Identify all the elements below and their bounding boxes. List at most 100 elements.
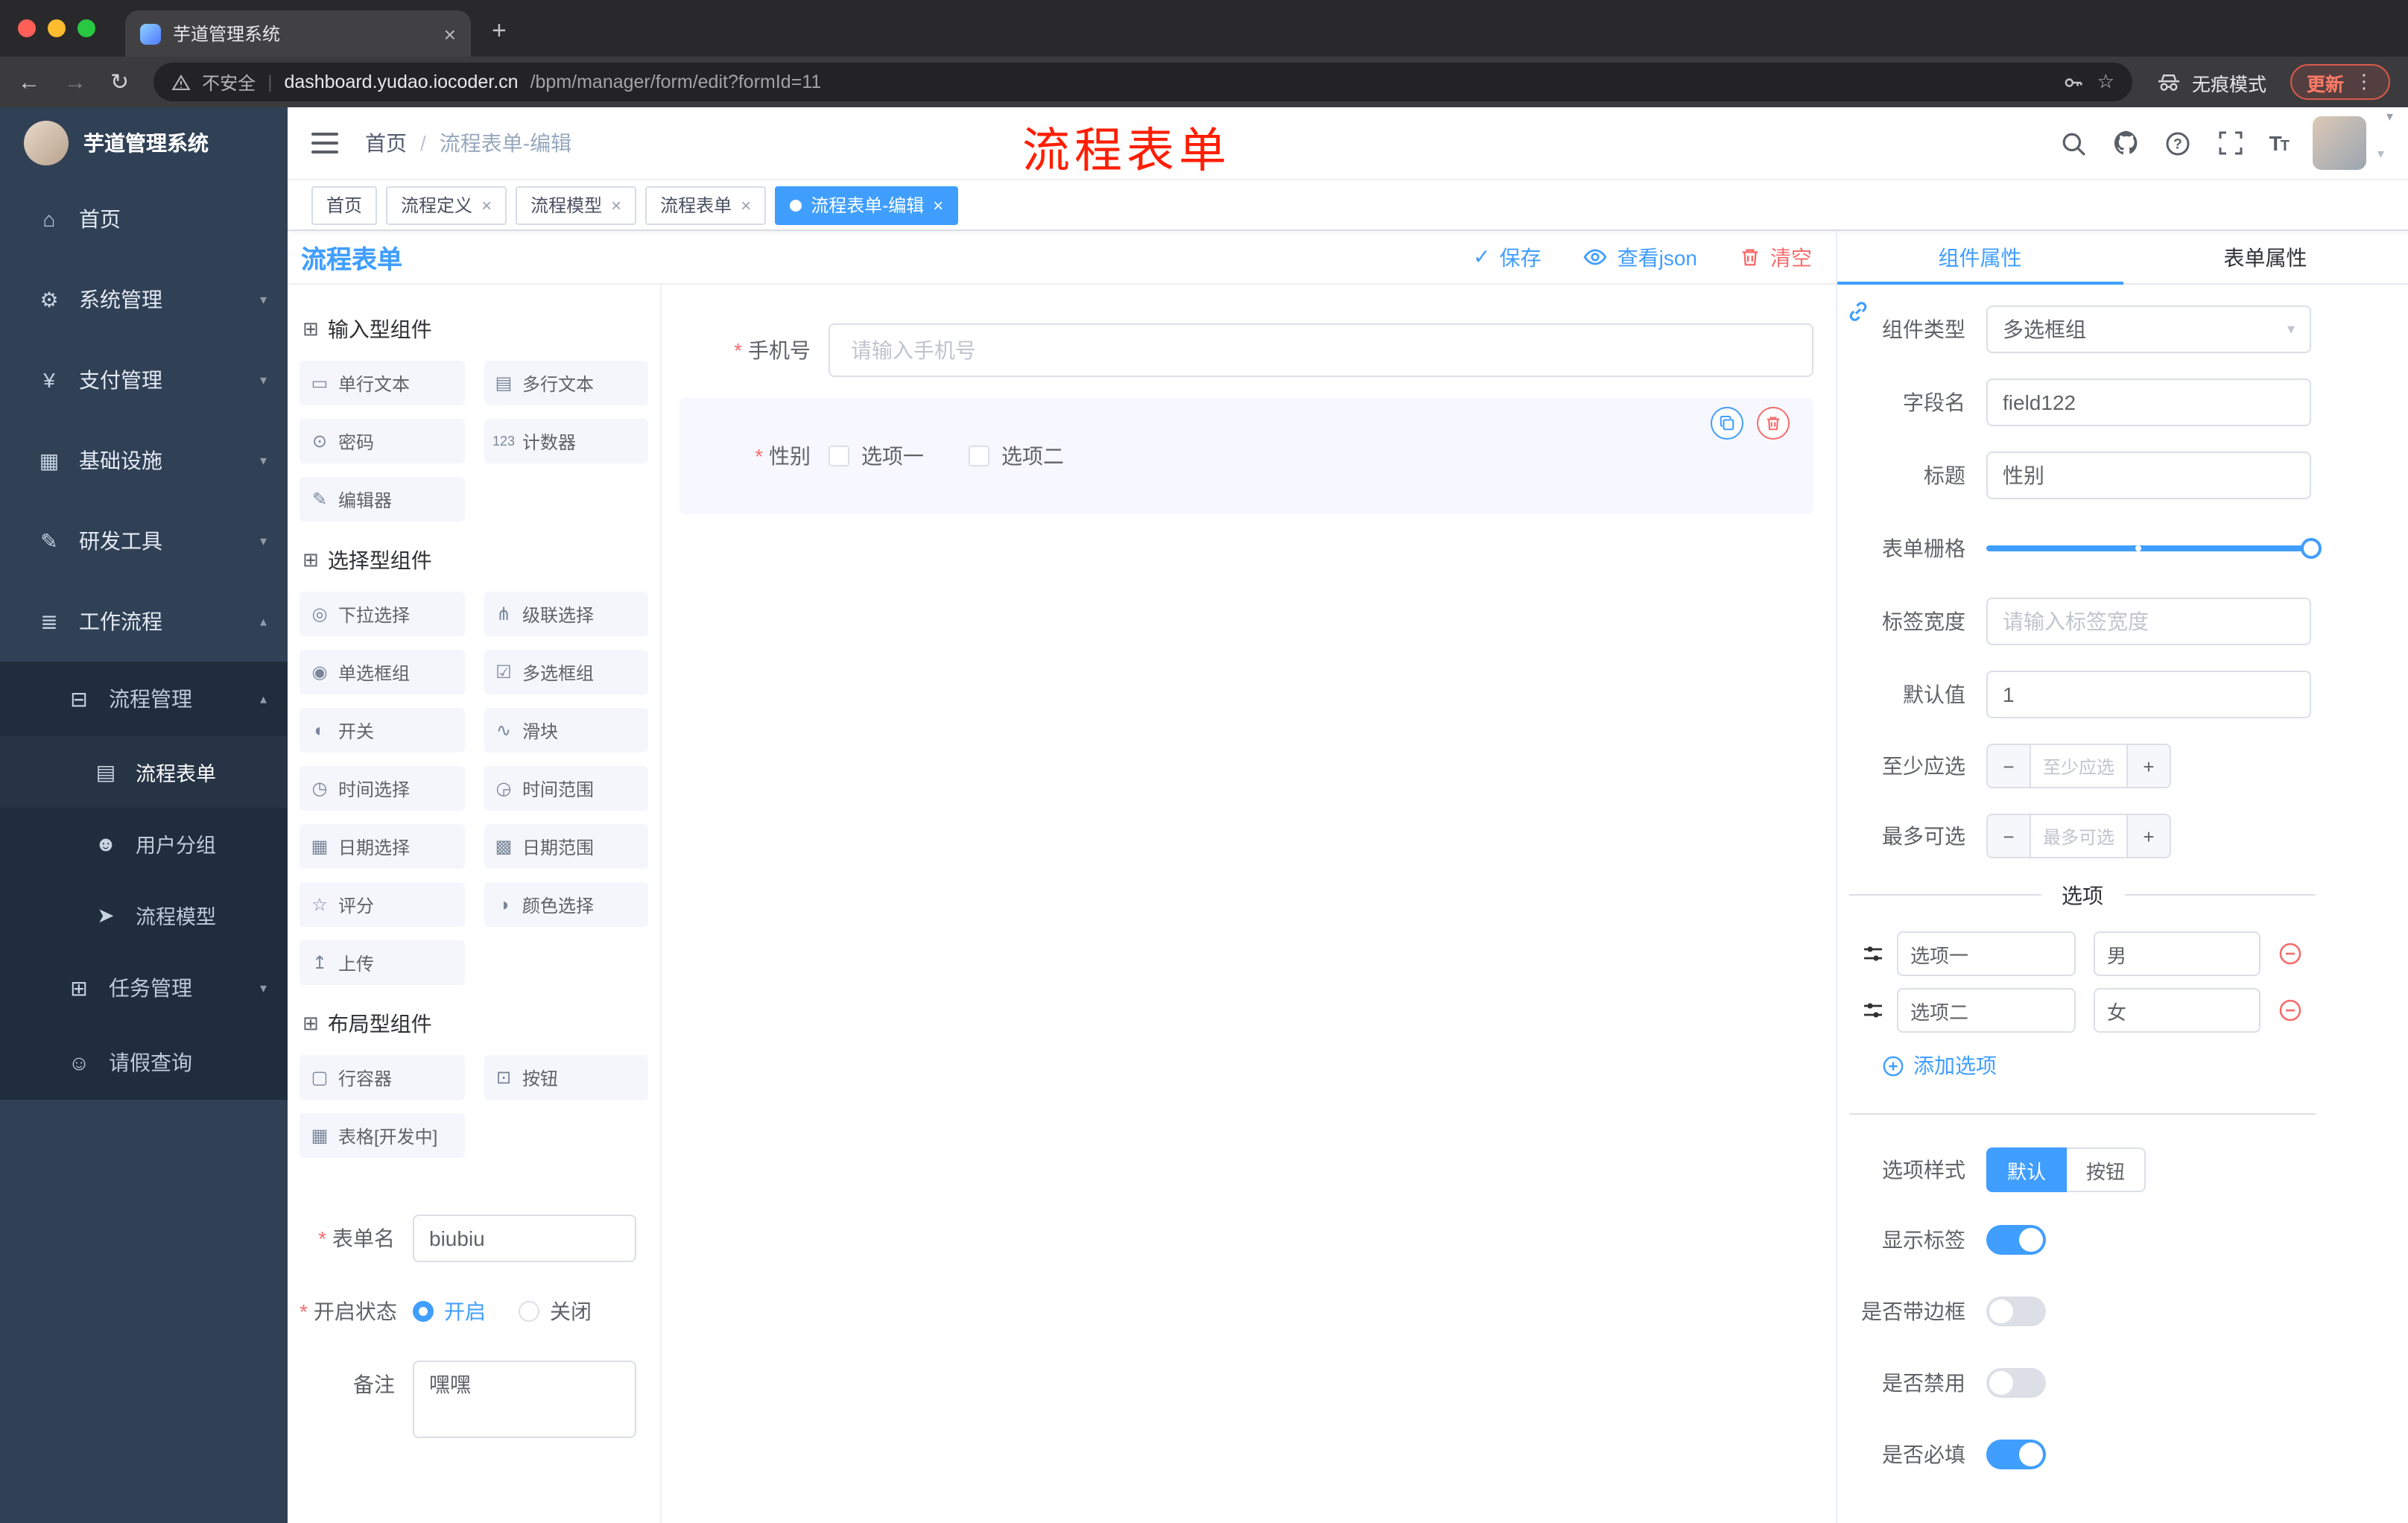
radio-on[interactable]: 开启: [413, 1288, 486, 1335]
drag-handle-icon[interactable]: [1861, 942, 1885, 966]
component-select[interactable]: ◎ 下拉选择: [300, 592, 464, 636]
clear-button[interactable]: 清空: [1739, 242, 1812, 272]
close-icon[interactable]: ×: [741, 196, 751, 214]
remove-option-button[interactable]: [2278, 942, 2302, 966]
reload-icon[interactable]: ↻: [110, 71, 129, 93]
option-value-input[interactable]: [2094, 988, 2260, 1033]
forward-icon[interactable]: →: [64, 71, 86, 93]
checkbox-icon[interactable]: [969, 446, 989, 466]
copy-field-button[interactable]: [1711, 407, 1743, 440]
address-bar[interactable]: 不安全 | dashboard.yudao.iocoder.cn /bpm/ma…: [153, 63, 2132, 101]
component-upload[interactable]: ↥ 上传: [300, 940, 464, 985]
close-icon[interactable]: ×: [611, 196, 621, 214]
sidebar-item-process-model[interactable]: ➤ 流程模型: [0, 879, 288, 951]
component-single-line-text[interactable]: ▭ 单行文本: [300, 361, 464, 405]
component-table[interactable]: ▦ 表格[开发中]: [300, 1113, 464, 1158]
component-multi-line-text[interactable]: ▤ 多行文本: [484, 361, 648, 405]
title-input[interactable]: [1986, 452, 2311, 499]
minimize-window-button[interactable]: [48, 19, 66, 37]
phone-field-row[interactable]: 手机号: [679, 323, 1813, 377]
style-button-button[interactable]: 按钮: [2067, 1147, 2146, 1192]
component-rate[interactable]: ☆ 评分: [300, 882, 464, 927]
close-window-button[interactable]: [18, 19, 36, 37]
save-button[interactable]: ✓ 保存: [1473, 242, 1541, 272]
gender-option-2[interactable]: 选项二: [969, 441, 1064, 471]
min-select-value[interactable]: 至少应选: [2030, 745, 2128, 787]
increase-button[interactable]: +: [2128, 745, 2170, 787]
field-name-input[interactable]: [1986, 379, 2311, 426]
tab-close-icon[interactable]: ×: [444, 23, 456, 44]
component-checkbox-group[interactable]: ☑ 多选框组: [484, 650, 648, 694]
border-toggle[interactable]: [1986, 1296, 2046, 1326]
sidebar-item-process-form[interactable]: ▤ 流程表单: [0, 736, 288, 808]
chevron-down-icon[interactable]: ▾: [2377, 146, 2384, 162]
close-icon[interactable]: ×: [481, 196, 492, 214]
sidebar-item-task-mgmt[interactable]: ⊞ 任务管理 ▾: [0, 951, 288, 1025]
phone-input[interactable]: [828, 323, 1813, 377]
new-tab-button[interactable]: +: [492, 16, 507, 46]
default-value-input[interactable]: [1986, 671, 2311, 718]
component-row-container[interactable]: ▢ 行容器: [300, 1055, 464, 1100]
sidebar-item-user-group[interactable]: ☻ 用户分组: [0, 808, 288, 879]
sidebar-item-infrastructure[interactable]: ▦ 基础设施 ▾: [0, 420, 288, 501]
component-editor[interactable]: ✎ 编辑器: [300, 477, 464, 522]
back-icon[interactable]: ←: [18, 71, 40, 93]
drag-handle-icon[interactable]: [1861, 998, 1885, 1022]
component-date-range[interactable]: ▩ 日期范围: [484, 824, 648, 869]
option-label-input[interactable]: [1897, 988, 2076, 1033]
component-radio-group[interactable]: ◉ 单选框组: [300, 650, 464, 694]
link-icon[interactable]: [1843, 297, 1873, 326]
option-label-input[interactable]: [1897, 931, 2076, 976]
form-name-input[interactable]: [413, 1215, 636, 1262]
increase-button[interactable]: +: [2128, 815, 2170, 857]
grid-slider[interactable]: [1986, 525, 2322, 572]
security-label[interactable]: 不安全: [202, 69, 256, 95]
sidebar-item-process-mgmt[interactable]: ⊟ 流程管理 ▴: [0, 662, 288, 736]
gender-field-selected[interactable]: 性别 选项一 选项二: [679, 398, 1813, 514]
sidebar-item-devtools[interactable]: ✎ 研发工具 ▾: [0, 501, 288, 581]
help-icon[interactable]: ?: [2165, 130, 2192, 156]
hamburger-icon[interactable]: [311, 133, 338, 153]
tag-process-definition[interactable]: 流程定义 ×: [386, 186, 507, 224]
component-counter[interactable]: 123 计数器: [484, 419, 648, 463]
github-icon[interactable]: [2113, 130, 2140, 156]
label-width-input[interactable]: [1986, 598, 2311, 645]
breadcrumb-home[interactable]: 首页: [365, 128, 407, 158]
gender-option-1[interactable]: 选项一: [828, 441, 924, 471]
browser-tab[interactable]: 芋道管理系统 ×: [125, 10, 471, 57]
avatar[interactable]: [2313, 116, 2367, 170]
component-time-picker[interactable]: ◷ 时间选择: [300, 766, 464, 811]
component-button[interactable]: ⊡ 按钮: [484, 1055, 648, 1100]
add-option-button[interactable]: 添加选项: [1837, 1051, 2408, 1080]
password-key-icon[interactable]: [2063, 71, 2085, 93]
form-remark-textarea[interactable]: 嘿嘿: [413, 1361, 636, 1438]
component-slider[interactable]: ∿ 滑块: [484, 708, 648, 753]
chevron-down-icon[interactable]: ▾: [2386, 109, 2393, 125]
required-toggle[interactable]: [1986, 1440, 2046, 1469]
show-label-toggle[interactable]: [1986, 1225, 2046, 1255]
tag-process-model[interactable]: 流程模型 ×: [516, 186, 637, 224]
option-value-input[interactable]: [2094, 931, 2260, 976]
delete-field-button[interactable]: [1757, 407, 1790, 440]
component-cascader[interactable]: ⋔ 级联选择: [484, 592, 648, 636]
tag-process-form-edit[interactable]: 流程表单-编辑 ×: [775, 186, 959, 224]
max-select-value[interactable]: 最多可选: [2030, 815, 2128, 857]
checkbox-icon[interactable]: [828, 446, 849, 466]
sidebar-item-payment[interactable]: ¥ 支付管理 ▾: [0, 340, 288, 420]
radio-off[interactable]: 关闭: [519, 1288, 592, 1335]
component-color-picker[interactable]: ◑ 颜色选择: [484, 882, 648, 927]
component-type-select[interactable]: 多选框组 ▾: [1986, 305, 2311, 353]
sidebar-item-home[interactable]: ⌂ 首页: [0, 179, 288, 259]
remove-option-button[interactable]: [2278, 998, 2302, 1022]
decrease-button[interactable]: −: [1988, 815, 2030, 857]
decrease-button[interactable]: −: [1988, 745, 2030, 787]
sidebar-item-system[interactable]: ⚙ 系统管理 ▾: [0, 259, 288, 340]
sidebar-item-leave-query[interactable]: ☺ 请假查询: [0, 1025, 288, 1100]
browser-update-button[interactable]: 更新 ⋮: [2290, 64, 2390, 100]
component-time-range[interactable]: ◶ 时间范围: [484, 766, 648, 811]
bookmark-star-icon[interactable]: ☆: [2097, 70, 2114, 94]
fullscreen-icon[interactable]: [2217, 130, 2244, 156]
search-icon[interactable]: [2061, 130, 2088, 156]
slider-handle[interactable]: [2301, 538, 2322, 559]
component-switch[interactable]: ◐ 开关: [300, 708, 464, 753]
